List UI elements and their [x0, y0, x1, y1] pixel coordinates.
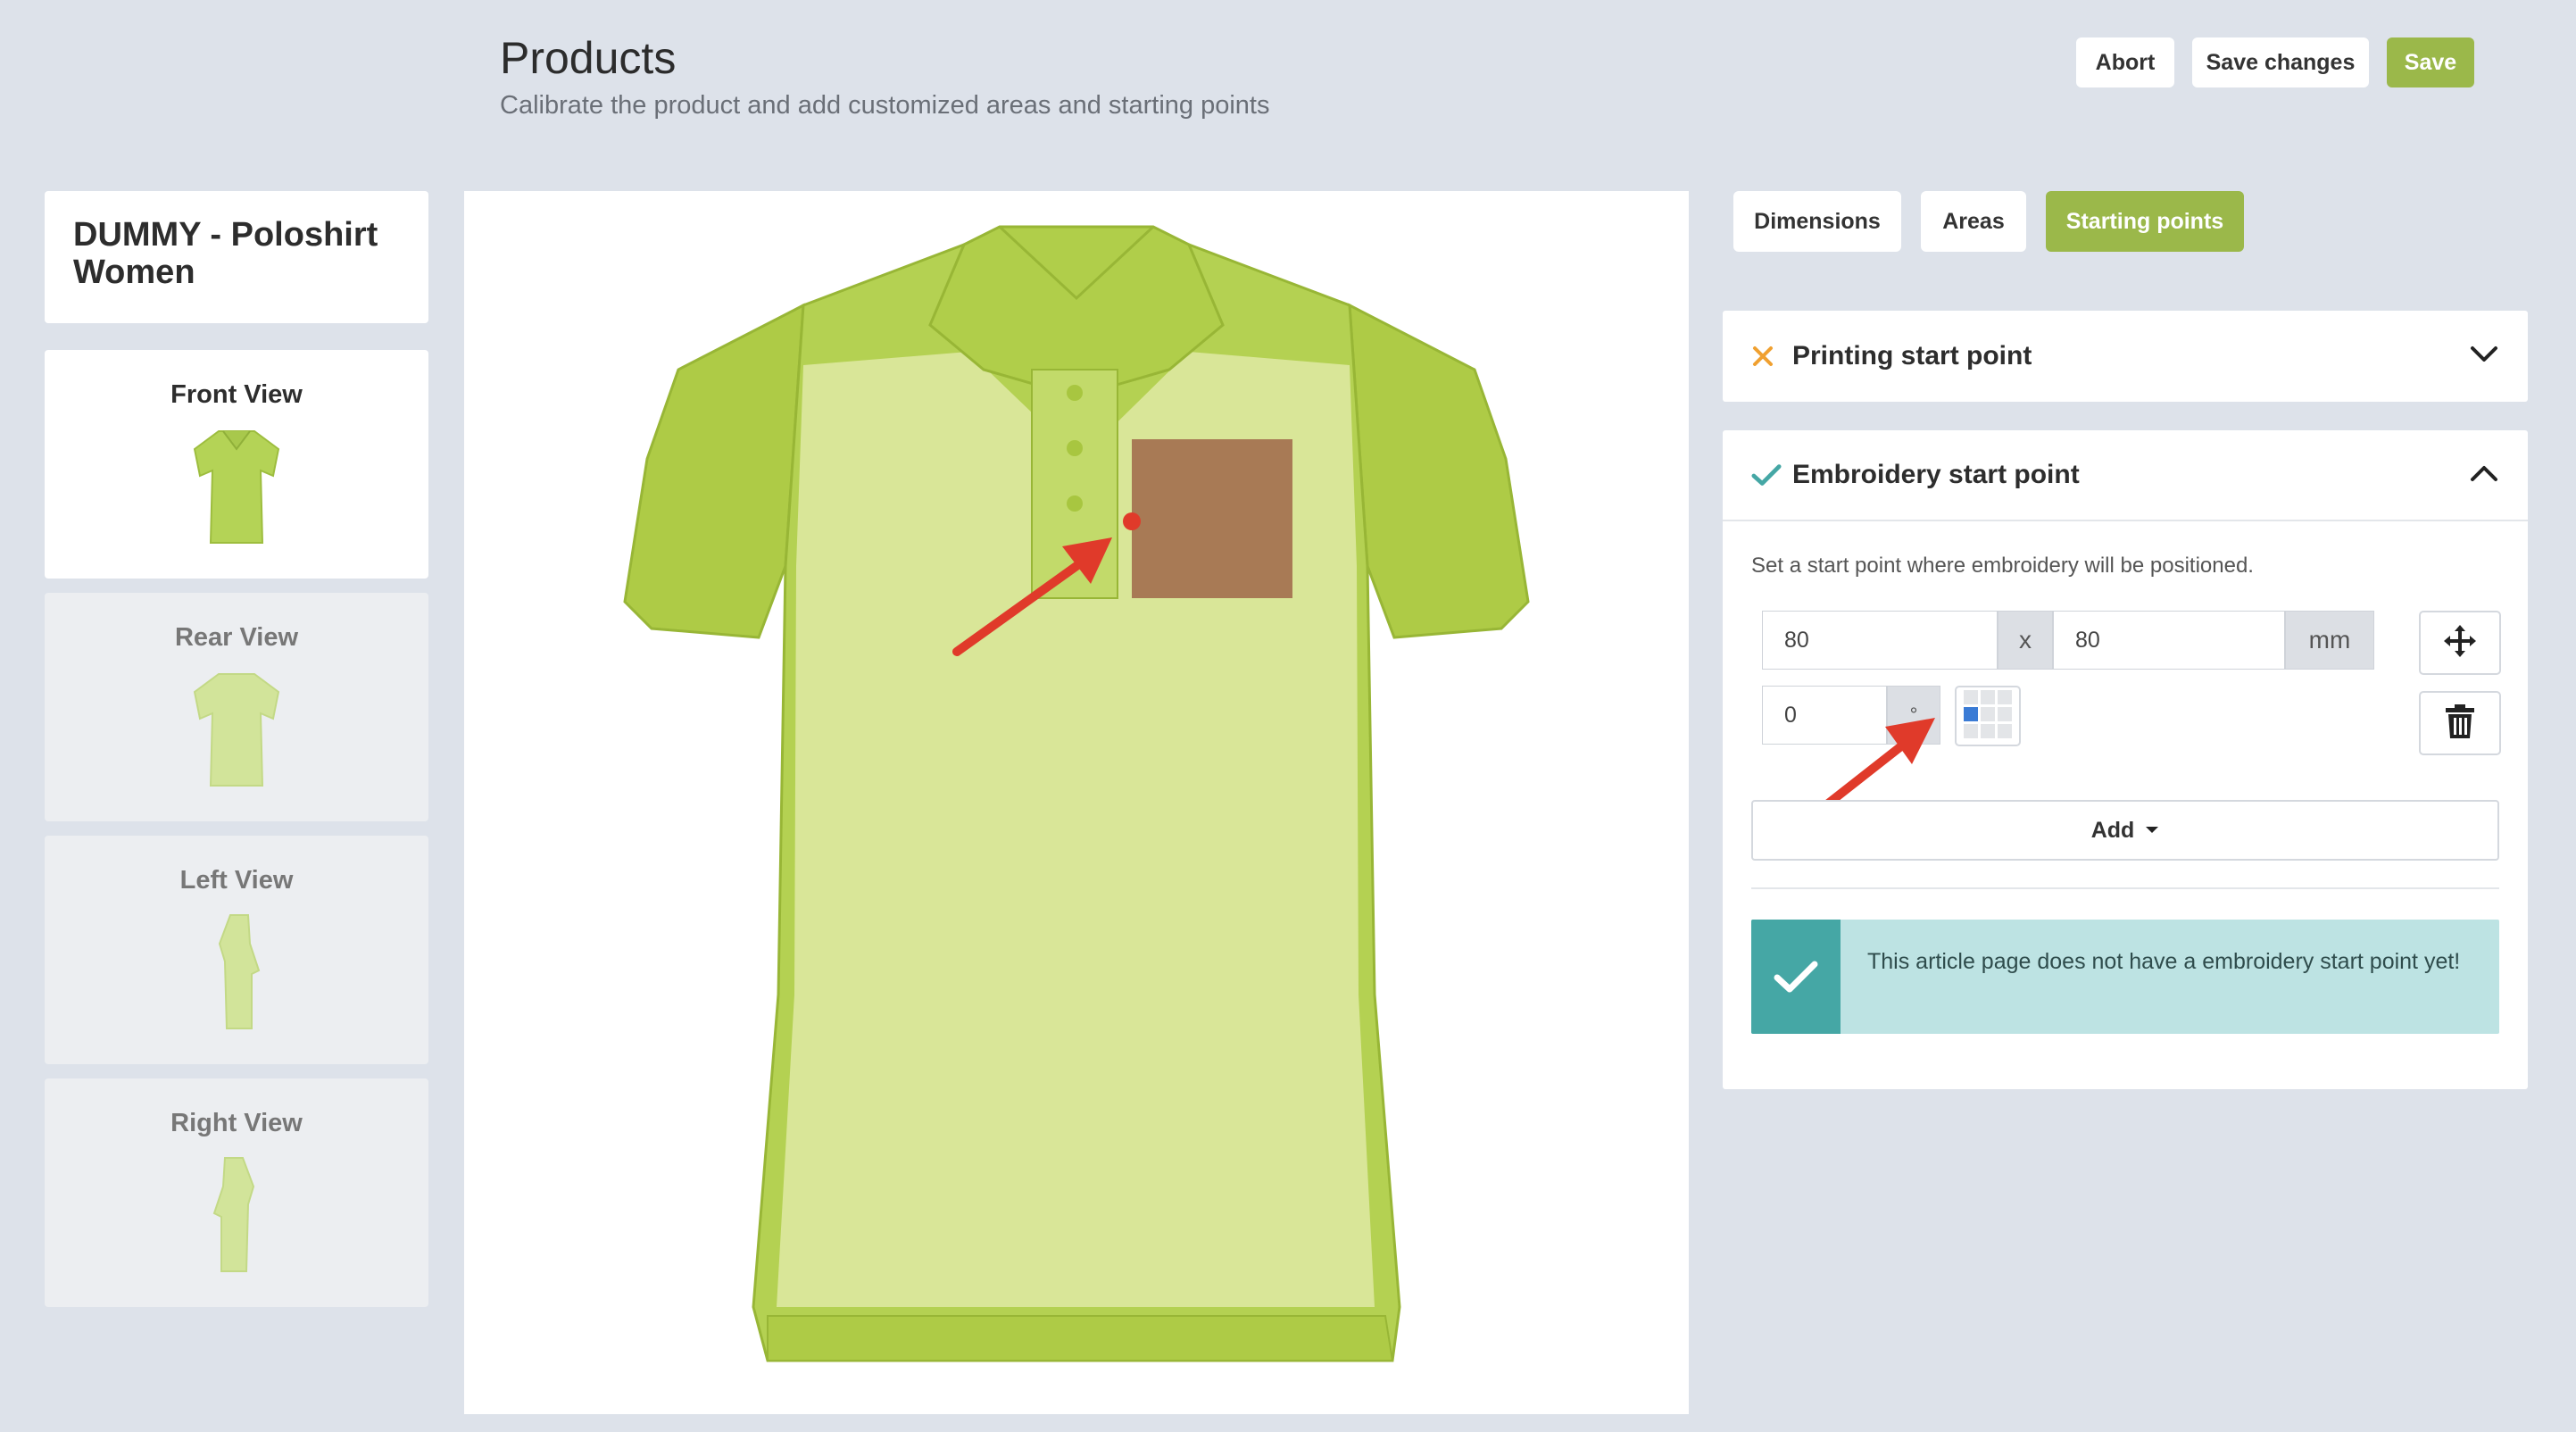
anchor-grid-button[interactable]	[1955, 686, 2021, 746]
anchor-grid-icon	[1962, 688, 2014, 745]
shirt-thumbnail-front	[193, 430, 280, 544]
page-subtitle: Calibrate the product and add customized…	[500, 91, 1270, 120]
divider	[1751, 887, 2499, 889]
view-card-left[interactable]: Left View	[45, 836, 428, 1064]
trash-icon	[2444, 704, 2476, 744]
shirt-front-image	[623, 225, 1530, 1362]
printing-start-point-panel: Printing start point	[1723, 311, 2528, 402]
notice-check-icon	[1751, 920, 1841, 1034]
embroidery-area	[1132, 439, 1292, 598]
x-icon	[1751, 345, 1782, 368]
save-changes-button[interactable]: Save changes	[2192, 37, 2369, 87]
page-title: Products	[500, 33, 677, 83]
unit-label: mm	[2285, 611, 2374, 670]
x-position-input[interactable]: 80	[1762, 611, 1998, 670]
embroidery-hint: Set a start point where embroidery will …	[1751, 554, 2254, 578]
chevron-down-icon[interactable]	[2469, 341, 2499, 371]
start-point-marker	[1123, 512, 1141, 530]
move-button[interactable]	[2419, 611, 2501, 675]
x-separator: x	[1998, 611, 2053, 670]
shirt-thumbnail-right	[212, 1157, 255, 1272]
move-icon	[2442, 623, 2478, 663]
view-card-front[interactable]: Front View	[45, 350, 428, 579]
embroidery-start-point-title: Embroidery start point	[1792, 460, 2080, 489]
view-label: Left View	[179, 866, 294, 895]
view-label: Right View	[170, 1109, 303, 1137]
product-name: DUMMY - Poloshirt Women	[45, 191, 428, 323]
tab-areas[interactable]: Areas	[1921, 191, 2026, 252]
add-button-label: Add	[2090, 817, 2135, 843]
abort-button[interactable]: Abort	[2076, 37, 2174, 87]
embroidery-start-point-header[interactable]: Embroidery start point	[1723, 430, 2528, 521]
view-card-right[interactable]: Right View	[45, 1078, 428, 1307]
chevron-up-icon[interactable]	[2469, 460, 2499, 490]
save-button[interactable]: Save	[2387, 37, 2474, 87]
shirt-thumbnail-left	[218, 914, 261, 1029]
view-card-rear[interactable]: Rear View	[45, 593, 428, 821]
product-canvas[interactable]	[464, 191, 1689, 1414]
caret-down-icon	[2145, 826, 2159, 835]
tab-dimensions[interactable]: Dimensions	[1733, 191, 1901, 252]
printing-start-point-title: Printing start point	[1792, 341, 2032, 370]
y-position-input[interactable]: 80	[2053, 611, 2285, 670]
check-icon	[1751, 462, 1782, 487]
view-label: Rear View	[174, 623, 299, 652]
tab-starting-points[interactable]: Starting points	[2046, 191, 2244, 252]
info-notice: This article page does not have a embroi…	[1751, 920, 2499, 1034]
add-button[interactable]: Add	[1751, 800, 2499, 861]
notice-text: This article page does not have a embroi…	[1867, 949, 2461, 974]
shirt-thumbnail-rear	[193, 673, 280, 787]
view-label: Front View	[170, 380, 303, 409]
delete-button[interactable]	[2419, 691, 2501, 755]
printing-start-point-header[interactable]: Printing start point	[1723, 311, 2528, 402]
